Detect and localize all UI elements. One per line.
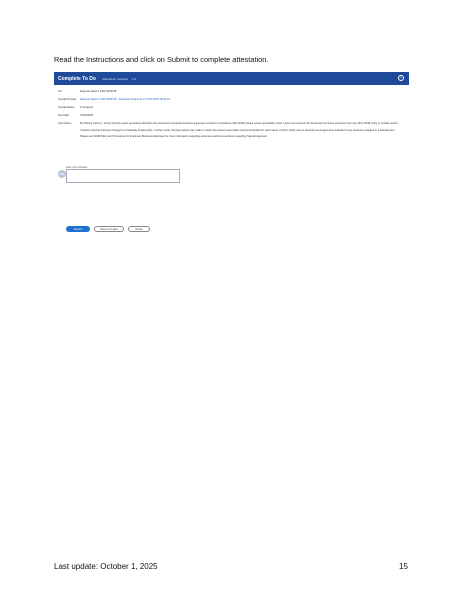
instruction-paragraph: If airfare expense has been charged to a… [80, 128, 396, 132]
field-label: Due Date [58, 114, 69, 117]
submit-button[interactable]: Submit [66, 226, 90, 232]
field-value: Expense Report: EXR-0009718 [80, 90, 117, 93]
close-button[interactable]: Close [128, 226, 150, 232]
instruction-paragraph: Please see WGB Policy and Procedure for … [80, 135, 268, 139]
action-buttons: Submit Save for Later Close [66, 226, 150, 232]
field-label: Overall Process [58, 98, 77, 101]
instructions-text: By clicking Submit, I certify that this … [80, 122, 406, 142]
field-value: In Progress [80, 106, 94, 109]
field-label: Overall Status [58, 106, 75, 109]
field-row-due-date: Due Date 07/22/2025 [58, 114, 406, 117]
instructions-label: Instructions [58, 122, 72, 125]
avatar: AB [58, 170, 66, 178]
help-icon[interactable]: ? [398, 75, 404, 81]
panel-subtitle: Attestation required [101, 76, 128, 81]
field-row-overall-process: Overall Process Expense Report: EXR-0009… [58, 98, 406, 101]
last-update: Last update: October 1, 2025 [54, 562, 158, 571]
field-list: For Expense Report: EXR-0009718 Overall … [58, 90, 406, 147]
field-row-for: For Expense Report: EXR-0009718 [58, 90, 406, 93]
panel-count: 1/1 [131, 76, 137, 81]
page-heading: Read the Instructions and click on Submi… [54, 55, 269, 64]
field-value: 07/22/2025 [80, 114, 93, 117]
panel-title: Complete To Do [58, 75, 96, 82]
page-number: 15 [399, 562, 408, 571]
instruction-paragraph: By clicking Submit, I certify that this … [80, 122, 399, 125]
field-label: For [58, 90, 62, 93]
save-for-later-button[interactable]: Save for Later [94, 226, 124, 232]
field-row-overall-status: Overall Status In Progress [58, 106, 406, 109]
panel-titlebar: Complete To Do Attestation required 1/1 … [54, 72, 409, 85]
overall-process-link[interactable]: Expense Report: EXR-0009718 - Attestatio… [80, 98, 406, 101]
complete-to-do-panel: Complete To Do Attestation required 1/1 … [54, 72, 409, 242]
field-row-instructions: Instructions By clicking Submit, I certi… [58, 122, 406, 142]
comment-input[interactable] [66, 169, 180, 183]
